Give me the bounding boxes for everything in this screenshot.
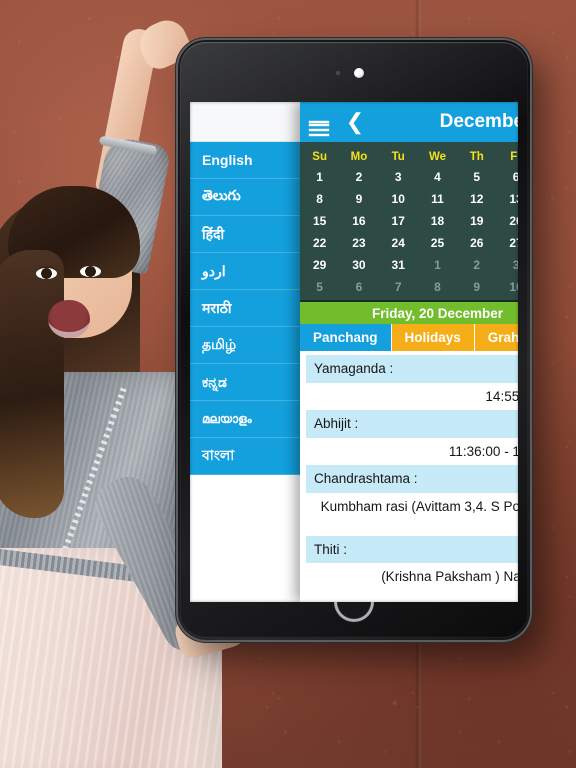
calendar-day-other-month[interactable]: 7	[379, 276, 418, 298]
tab-label: Holidays	[404, 330, 461, 345]
calendar-day[interactable]: 3	[379, 166, 418, 188]
tab-label: Panchang	[313, 330, 378, 345]
calendar-week: 1 2 3 4 5 6 7	[300, 166, 518, 188]
calendar-week: 5 6 7 8 9 10 11	[300, 276, 518, 298]
calendar-day-other-month[interactable]: 9	[457, 276, 496, 298]
calendar-day[interactable]: 27	[496, 232, 518, 254]
tab-grahanam[interactable]: Graha	[474, 324, 518, 351]
calendar-day[interactable]: 30	[339, 254, 378, 276]
panchang-detail-list: Yamaganda : 14:55 - 16:20 Abhijit : 11:3…	[300, 351, 518, 591]
calendar-day[interactable]: 19	[457, 210, 496, 232]
calendar-day[interactable]: 23	[339, 232, 378, 254]
tab-bar: Panchang Holidays Graha	[300, 324, 518, 351]
calendar-week: 22 23 24 25 26 27 28	[300, 232, 518, 254]
day-header: Mo	[350, 151, 368, 163]
calendar-day[interactable]: 24	[379, 232, 418, 254]
language-label: বাংলা	[202, 447, 235, 463]
calendar-day-other-month[interactable]: 6	[339, 276, 378, 298]
calendar-day[interactable]: 20	[496, 210, 518, 232]
calendar-day[interactable]: 22	[300, 232, 339, 254]
calendar-day[interactable]: 17	[379, 210, 418, 232]
day-header: We	[428, 151, 446, 163]
calendar-day-other-month[interactable]: 1	[418, 254, 457, 276]
app-bar: ❮ December 2	[300, 102, 518, 142]
language-label: اردو	[202, 262, 226, 279]
day-header: Th	[469, 151, 484, 163]
panchang-panel: ❮ December 2 Su Mo Tu We Th Fr Sa 1	[300, 102, 518, 602]
language-label: हिंदी	[202, 225, 225, 242]
calendar-day[interactable]: 12	[457, 188, 496, 210]
calendar-day[interactable]: 4	[418, 166, 457, 188]
calendar-day-other-month[interactable]: 10	[496, 276, 518, 298]
eye-right	[80, 266, 101, 277]
calendar-day[interactable]: 29	[300, 254, 339, 276]
calendar-day-other-month[interactable]: 3	[496, 254, 518, 276]
detail-label-abhijit: Abhijit :	[306, 410, 518, 438]
tablet-screen: Select English తెలుగు हिंदी اردو	[190, 102, 518, 602]
front-camera-icon	[354, 68, 364, 78]
calendar-day-other-month[interactable]: 2	[457, 254, 496, 276]
day-header: Su	[312, 151, 327, 163]
tab-holidays[interactable]: Holidays	[391, 324, 475, 351]
day-header: Tu	[391, 151, 405, 163]
eye-left	[36, 268, 57, 279]
tablet-device: Select English తెలుగు हिंदी اردو	[178, 40, 530, 640]
app-bar-title: December 2	[439, 111, 518, 132]
detail-label-thiti: Thiti :	[306, 535, 518, 564]
language-label: English	[202, 152, 253, 168]
hair-side	[0, 250, 64, 518]
language-label: తెలుగు	[202, 187, 241, 203]
proximity-sensor-icon	[336, 71, 340, 75]
calendar-week: 15 16 17 18 19 20 21	[300, 210, 518, 232]
calendar-day[interactable]: 9	[339, 188, 378, 210]
detail-value-abhijit: 11:36:00 - 12:24:00	[306, 437, 518, 466]
calendar-day-other-month[interactable]: 8	[418, 276, 457, 298]
calendar-day[interactable]: 5	[457, 166, 496, 188]
day-header: Fr	[510, 151, 518, 163]
photo-scene: Select English తెలుగు हिंदी اردو	[0, 0, 576, 768]
calendar-grid: Su Mo Tu We Th Fr Sa 1 2 3 4 5 6	[300, 142, 518, 300]
calendar-day[interactable]: 31	[379, 254, 418, 276]
language-label: ಕನ್ನಡ	[202, 373, 227, 390]
chevron-left-icon[interactable]: ❮	[344, 111, 366, 133]
language-label: मराठी	[202, 299, 232, 316]
calendar-day[interactable]: 16	[339, 210, 378, 232]
calendar-day[interactable]: 11	[418, 188, 457, 210]
calendar-day-other-month[interactable]: 5	[300, 276, 339, 298]
calendar-day[interactable]: 1	[300, 166, 339, 188]
hamburger-menu-icon[interactable]	[308, 111, 330, 136]
calendar-day[interactable]: 8	[300, 188, 339, 210]
language-label: தமிழ்	[202, 335, 237, 352]
calendar-day[interactable]: 6	[496, 166, 518, 188]
calendar-day-headers: Su Mo Tu We Th Fr Sa	[300, 147, 518, 166]
calendar-day[interactable]: 10	[379, 188, 418, 210]
detail-value-yamaganda: 14:55 - 16:20	[306, 382, 518, 411]
open-mouth	[48, 300, 90, 338]
tab-panchang[interactable]: Panchang	[300, 324, 392, 351]
calendar-day[interactable]: 26	[457, 232, 496, 254]
calendar-day[interactable]: 13	[496, 188, 518, 210]
calendar-day[interactable]: 2	[339, 166, 378, 188]
tab-label: Graha	[487, 330, 518, 345]
detail-label-yamaganda: Yamaganda :	[306, 355, 518, 383]
language-label: മലയാളം	[202, 411, 252, 426]
calendar-day[interactable]: 18	[418, 210, 457, 232]
detail-value-chandrashtama: Kumbham rasi (Avittam 3,4. S Pooratathi …	[306, 492, 518, 536]
calendar-day[interactable]: 25	[418, 232, 457, 254]
calendar-week: 29 30 31 1 2 3 4	[300, 254, 518, 276]
selected-date-bar: Friday, 20 December	[300, 300, 518, 324]
detail-label-chandrashtama: Chandrashtama :	[306, 465, 518, 493]
calendar-week: 8 9 10 11 12 13 14	[300, 188, 518, 210]
detail-value-thiti: (Krishna Paksham ) Navami -1	[306, 563, 518, 591]
calendar-day[interactable]: 15	[300, 210, 339, 232]
